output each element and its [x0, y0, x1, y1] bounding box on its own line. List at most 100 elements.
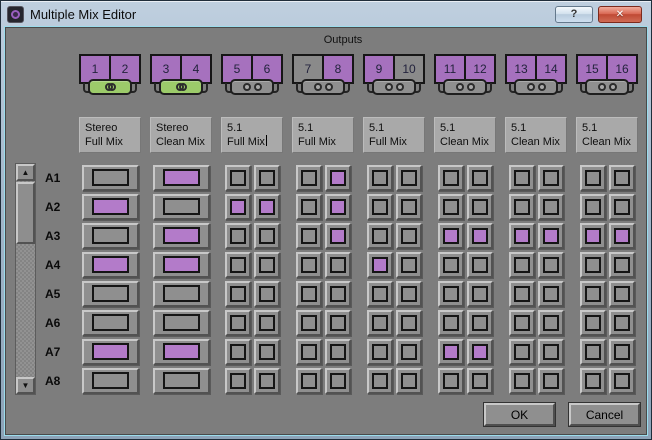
assign-button-a4-mix3-2[interactable] [253, 251, 280, 278]
assign-button-a3-mix8-1[interactable] [579, 222, 606, 249]
assign-button-a4-mix8-1[interactable] [579, 251, 606, 278]
assign-button-a6-mix8-2[interactable] [608, 309, 635, 336]
assign-button-a8-mix8-2[interactable] [608, 367, 635, 394]
assign-button-a4-mix4-1[interactable] [295, 251, 322, 278]
assign-button-a1-mix2[interactable] [152, 164, 210, 191]
assign-button-a3-mix7-1[interactable] [508, 222, 535, 249]
vertical-scrollbar[interactable]: ▲ ▼ [15, 163, 36, 395]
assign-button-a1-mix6-1[interactable] [437, 164, 464, 191]
assign-button-a8-mix4-1[interactable] [295, 367, 322, 394]
assign-button-a1-mix6-2[interactable] [466, 164, 493, 191]
mix-name-field-5[interactable]: 5.1 Full Mix [363, 117, 425, 153]
assign-button-a2-mix7-2[interactable] [537, 193, 564, 220]
assign-button-a7-mix1[interactable] [81, 338, 139, 365]
assign-button-a3-mix5-2[interactable] [395, 222, 422, 249]
assign-button-a5-mix8-2[interactable] [608, 280, 635, 307]
scroll-up-button[interactable]: ▲ [16, 164, 35, 181]
assign-button-a1-mix5-2[interactable] [395, 164, 422, 191]
assign-button-a8-mix8-1[interactable] [579, 367, 606, 394]
assign-button-a4-mix3-1[interactable] [224, 251, 251, 278]
assign-button-a7-mix8-1[interactable] [579, 338, 606, 365]
assign-button-a8-mix6-2[interactable] [466, 367, 493, 394]
assign-button-a2-mix5-2[interactable] [395, 193, 422, 220]
assign-button-a5-mix7-1[interactable] [508, 280, 535, 307]
assign-button-a3-mix2[interactable] [152, 222, 210, 249]
assign-button-a7-mix5-2[interactable] [395, 338, 422, 365]
assign-button-a6-mix4-1[interactable] [295, 309, 322, 336]
assign-button-a6-mix5-1[interactable] [366, 309, 393, 336]
assign-button-a7-mix6-2[interactable] [466, 338, 493, 365]
close-button[interactable]: ✕ [598, 5, 642, 23]
assign-button-a2-mix3-1[interactable] [224, 193, 251, 220]
assign-button-a2-mix2[interactable] [152, 193, 210, 220]
stereo-link-button-unlinked[interactable] [372, 79, 416, 95]
assign-button-a8-mix6-1[interactable] [437, 367, 464, 394]
mix-name-field-2[interactable]: Stereo Clean Mix [150, 117, 212, 153]
assign-button-a7-mix6-1[interactable] [437, 338, 464, 365]
assign-button-a7-mix7-2[interactable] [537, 338, 564, 365]
assign-button-a2-mix5-1[interactable] [366, 193, 393, 220]
assign-button-a6-mix1[interactable] [81, 309, 139, 336]
assign-button-a6-mix3-1[interactable] [224, 309, 251, 336]
scroll-down-button[interactable]: ▼ [16, 377, 35, 394]
assign-button-a1-mix8-2[interactable] [608, 164, 635, 191]
assign-button-a7-mix3-1[interactable] [224, 338, 251, 365]
assign-button-a1-mix8-1[interactable] [579, 164, 606, 191]
stereo-link-button-unlinked[interactable] [514, 79, 558, 95]
stereo-link-button-linked[interactable] [159, 79, 203, 95]
assign-button-a8-mix5-2[interactable] [395, 367, 422, 394]
assign-button-a3-mix3-1[interactable] [224, 222, 251, 249]
assign-button-a3-mix8-2[interactable] [608, 222, 635, 249]
assign-button-a6-mix2[interactable] [152, 309, 210, 336]
assign-button-a2-mix1[interactable] [81, 193, 139, 220]
assign-button-a2-mix6-1[interactable] [437, 193, 464, 220]
assign-button-a4-mix5-2[interactable] [395, 251, 422, 278]
assign-button-a1-mix4-1[interactable] [295, 164, 322, 191]
assign-button-a5-mix7-2[interactable] [537, 280, 564, 307]
assign-button-a5-mix2[interactable] [152, 280, 210, 307]
mix-name-field-3[interactable]: 5.1 Full Mix [221, 117, 283, 153]
assign-button-a8-mix5-1[interactable] [366, 367, 393, 394]
assign-button-a8-mix7-2[interactable] [537, 367, 564, 394]
assign-button-a6-mix3-2[interactable] [253, 309, 280, 336]
assign-button-a4-mix6-1[interactable] [437, 251, 464, 278]
assign-button-a8-mix1[interactable] [81, 367, 139, 394]
assign-button-a5-mix3-1[interactable] [224, 280, 251, 307]
assign-button-a8-mix7-1[interactable] [508, 367, 535, 394]
assign-button-a7-mix7-1[interactable] [508, 338, 535, 365]
assign-button-a8-mix4-2[interactable] [324, 367, 351, 394]
assign-button-a3-mix5-1[interactable] [366, 222, 393, 249]
assign-button-a1-mix1[interactable] [81, 164, 139, 191]
assign-button-a2-mix6-2[interactable] [466, 193, 493, 220]
assign-button-a4-mix2[interactable] [152, 251, 210, 278]
assign-button-a7-mix4-1[interactable] [295, 338, 322, 365]
assign-button-a3-mix4-1[interactable] [295, 222, 322, 249]
stereo-link-button-linked[interactable] [88, 79, 132, 95]
assign-button-a1-mix7-2[interactable] [537, 164, 564, 191]
assign-button-a5-mix5-1[interactable] [366, 280, 393, 307]
assign-button-a2-mix8-1[interactable] [579, 193, 606, 220]
assign-button-a4-mix7-2[interactable] [537, 251, 564, 278]
assign-button-a3-mix6-2[interactable] [466, 222, 493, 249]
assign-button-a5-mix3-2[interactable] [253, 280, 280, 307]
mix-name-field-4[interactable]: 5.1 Full Mix [292, 117, 354, 153]
assign-button-a5-mix8-1[interactable] [579, 280, 606, 307]
assign-button-a6-mix4-2[interactable] [324, 309, 351, 336]
assign-button-a8-mix2[interactable] [152, 367, 210, 394]
assign-button-a5-mix6-2[interactable] [466, 280, 493, 307]
assign-button-a1-mix7-1[interactable] [508, 164, 535, 191]
assign-button-a3-mix6-1[interactable] [437, 222, 464, 249]
stereo-link-button-unlinked[interactable] [443, 79, 487, 95]
assign-button-a4-mix4-2[interactable] [324, 251, 351, 278]
ok-button[interactable]: OK [483, 402, 556, 427]
assign-button-a6-mix6-2[interactable] [466, 309, 493, 336]
mix-name-field-6[interactable]: 5.1 Clean Mix [434, 117, 496, 153]
mix-name-field-7[interactable]: 5.1 Clean Mix [505, 117, 567, 153]
stereo-link-button-unlinked[interactable] [230, 79, 274, 95]
assign-button-a5-mix5-2[interactable] [395, 280, 422, 307]
assign-button-a3-mix1[interactable] [81, 222, 139, 249]
assign-button-a2-mix4-1[interactable] [295, 193, 322, 220]
assign-button-a1-mix3-1[interactable] [224, 164, 251, 191]
assign-button-a6-mix6-1[interactable] [437, 309, 464, 336]
mix-name-field-8[interactable]: 5.1 Clean Mix [576, 117, 638, 153]
